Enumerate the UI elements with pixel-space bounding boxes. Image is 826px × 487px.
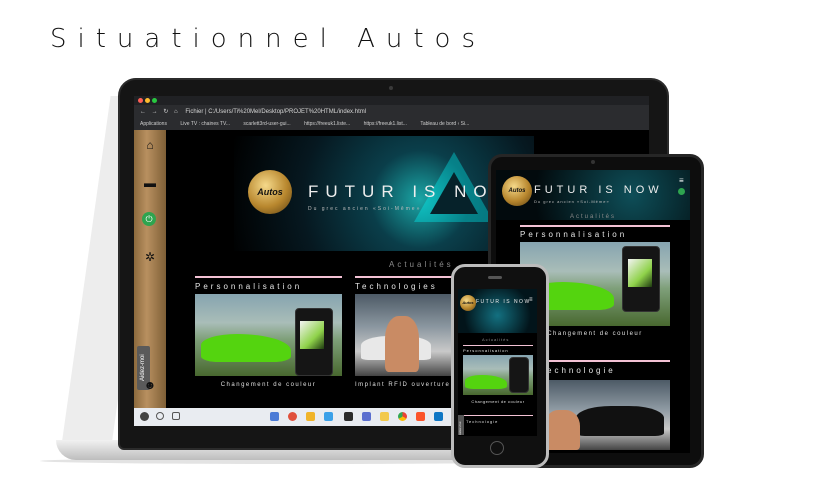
site-logo[interactable]: Autos	[460, 295, 476, 311]
card-caption: Changement de couleur	[471, 399, 525, 404]
folder-icon[interactable]	[270, 412, 279, 421]
browser-tabbar	[134, 96, 649, 105]
phone-illustration	[509, 357, 529, 393]
section-title: Actualités	[389, 260, 454, 269]
start-icon[interactable]	[140, 412, 149, 421]
color-picker-illustration	[300, 321, 324, 349]
hero-subtitle: Du grec ancien «Soi-Même»	[308, 206, 422, 212]
hero-title: FUTUR IS NOW	[476, 299, 531, 305]
phone-home-button[interactable]	[490, 441, 504, 455]
power-icon[interactable]: ⏻	[142, 212, 156, 226]
card-caption: Changement de couleur	[220, 382, 317, 388]
terminal-icon[interactable]	[344, 412, 353, 421]
hand-illustration	[385, 316, 419, 372]
phone-speaker	[488, 276, 502, 279]
card-title: Technologie	[466, 419, 499, 424]
maximize-window-button[interactable]	[152, 98, 157, 103]
card-title: Personnalisation	[463, 348, 509, 353]
phone-illustration	[295, 308, 333, 376]
section-title: Actualités	[482, 337, 510, 342]
minimize-window-button[interactable]	[145, 98, 150, 103]
card-accent-bar	[520, 225, 670, 227]
site-sidebar: ⌂ ▬ ⏻ ✲ Aidez-moi ☻	[134, 130, 166, 408]
tablet-camera	[591, 160, 595, 164]
bookmarks-bar: Applications Live TV : chaines TV... sca…	[134, 119, 649, 130]
card-accent-bar	[355, 276, 455, 278]
bookmark-item[interactable]: https://freeuk1.list...	[364, 121, 407, 127]
hero-title: FUTUR IS NOW	[308, 182, 517, 201]
car-illustration	[465, 375, 507, 389]
back-icon[interactable]: ←	[140, 109, 146, 115]
menu-icon[interactable]: ≡	[679, 176, 684, 185]
car-icon[interactable]: ▬	[142, 176, 158, 190]
forward-icon[interactable]: →	[152, 109, 158, 115]
card-title: Technologie	[540, 366, 616, 375]
bookmark-item[interactable]: https://freeuk1.liste...	[304, 121, 350, 127]
color-picker-illustration	[628, 259, 652, 287]
mail-icon[interactable]	[288, 412, 297, 421]
power-icon[interactable]	[678, 188, 685, 195]
hero-title: FUTUR IS NOW	[534, 184, 663, 196]
card-caption: Implant RFID ouverture démarrage	[355, 382, 497, 388]
card-title: Personnalisation	[520, 230, 628, 239]
photos-icon[interactable]	[362, 412, 371, 421]
card-accent-bar	[195, 276, 342, 278]
close-window-button[interactable]	[138, 98, 143, 103]
hand-illustration	[544, 410, 580, 450]
theater-mask-icon[interactable]: ☻	[142, 378, 158, 392]
app-icon[interactable]	[380, 412, 389, 421]
search-icon[interactable]	[156, 412, 164, 420]
car-illustration	[201, 334, 291, 362]
task-view-icon[interactable]	[172, 412, 180, 420]
menu-icon[interactable]: ≡	[529, 297, 533, 303]
network-icon[interactable]: ✲	[142, 250, 158, 264]
car-illustration	[576, 406, 664, 436]
app-icon[interactable]	[324, 412, 333, 421]
page-title: Situationnel Autos	[50, 24, 487, 54]
card-title: Personnalisation	[195, 282, 303, 291]
address-text: Fichier | C:/Users/Ti%20Mel/Desktop/PROJ…	[185, 109, 367, 115]
site-logo[interactable]: Autos	[502, 176, 532, 206]
card-image[interactable]	[195, 294, 342, 376]
home-icon[interactable]: ⌂	[142, 138, 158, 152]
card-accent-bar	[463, 345, 533, 346]
bookmark-item[interactable]: Applications	[140, 121, 167, 127]
chrome-icon[interactable]	[398, 412, 407, 421]
card-image[interactable]	[463, 355, 533, 395]
site-logo[interactable]: Autos	[248, 170, 292, 214]
bookmark-item[interactable]: scarlett3rd-user-gui...	[243, 121, 290, 127]
brave-icon[interactable]	[416, 412, 425, 421]
card-title: Technologies	[355, 282, 438, 291]
card-image[interactable]	[355, 294, 455, 376]
card-image[interactable]	[540, 380, 670, 450]
bookmark-item[interactable]: Live TV : chaines TV...	[180, 121, 230, 127]
phone-illustration	[622, 246, 660, 312]
help-tab[interactable]: Aidez-moi	[458, 415, 464, 435]
address-bar[interactable]: ← → ↻ ⌂ Fichier | C:/Users/Ti%20Mel/Desk…	[134, 105, 649, 119]
hero-subtitle: Du grec ancien «Soi-Même»	[534, 199, 610, 204]
phone-screen: Autos FUTUR IS NOW ≡ Actualités Personna…	[458, 289, 537, 436]
card-accent-bar	[463, 415, 533, 416]
code-icon[interactable]	[434, 412, 443, 421]
store-icon[interactable]	[306, 412, 315, 421]
laptop-camera	[389, 86, 393, 90]
bookmark-item[interactable]: Tableau de bord ‹ Si...	[420, 121, 469, 127]
home-nav-icon[interactable]: ⌂	[174, 109, 178, 115]
section-title: Actualités	[570, 214, 617, 220]
reload-icon[interactable]: ↻	[163, 109, 168, 115]
